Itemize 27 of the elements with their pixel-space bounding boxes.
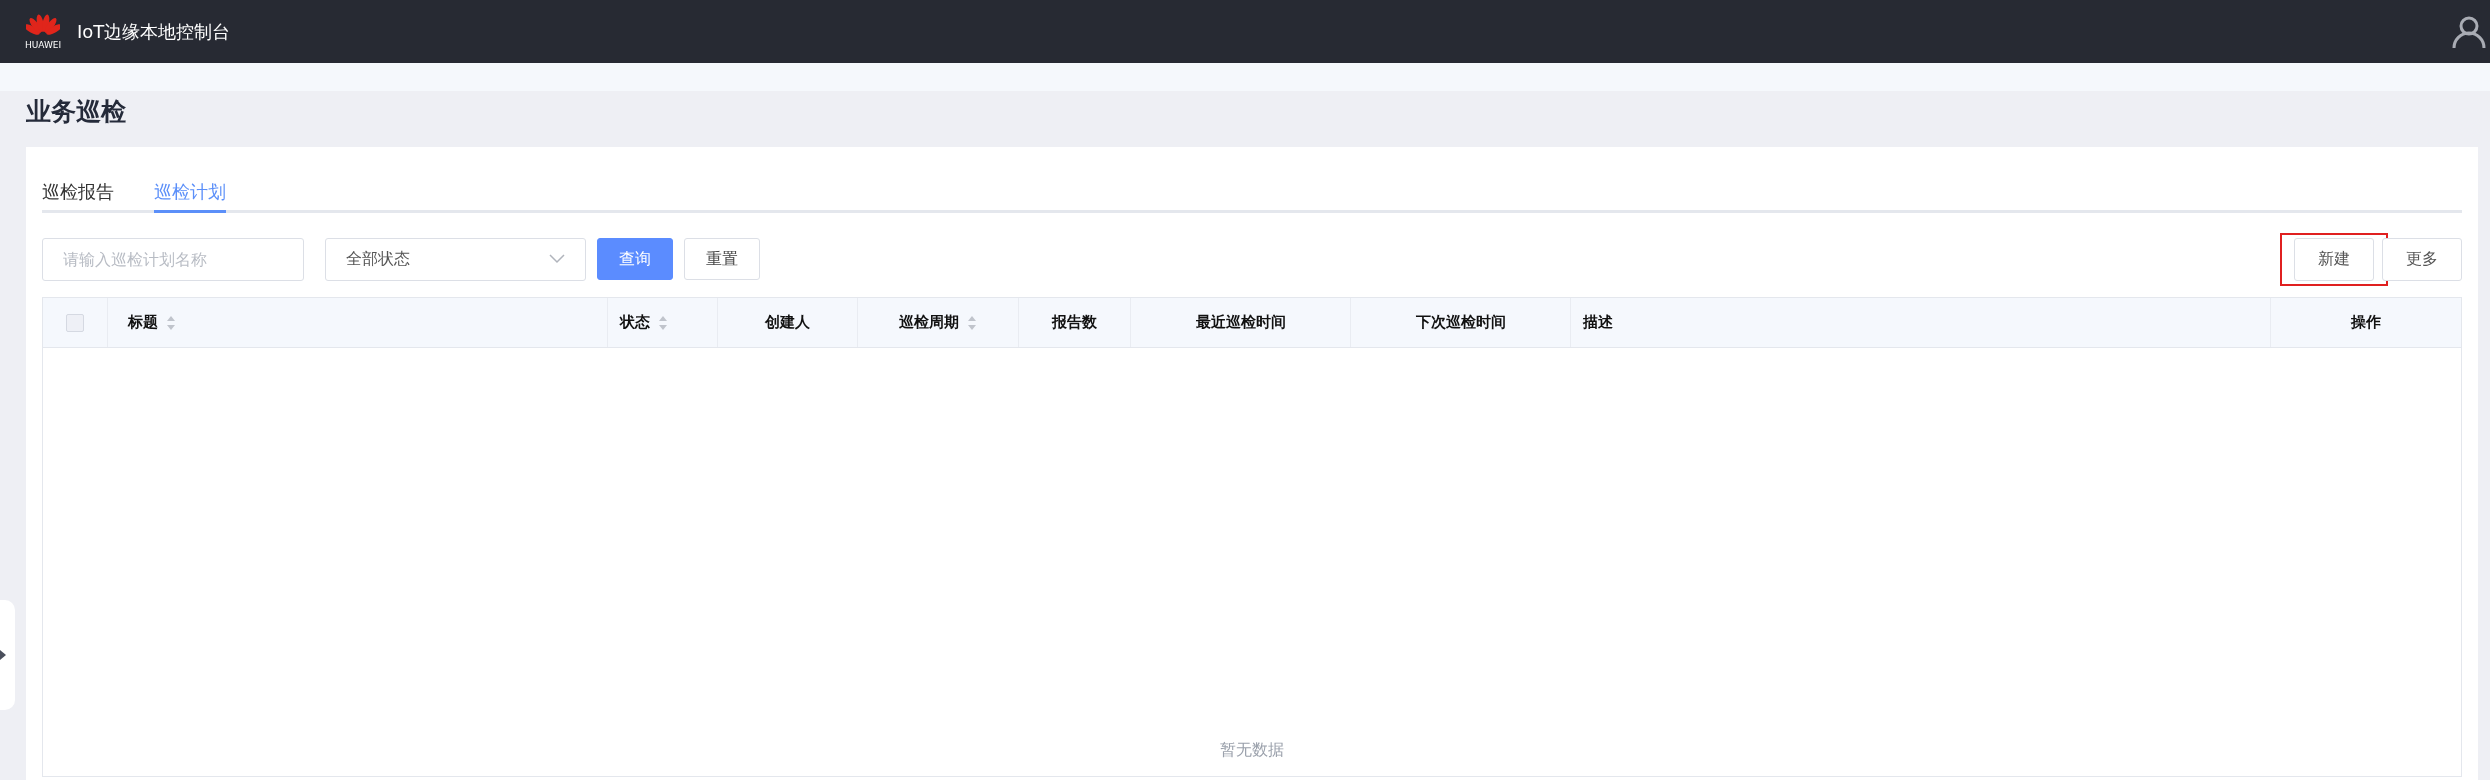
column-header: 标题 bbox=[128, 312, 158, 334]
user-icon[interactable] bbox=[2452, 14, 2486, 49]
column-header: 最近巡检时间 bbox=[1195, 312, 1286, 334]
sort-icon bbox=[658, 314, 668, 331]
tab[interactable]: 巡检报告 bbox=[42, 173, 114, 213]
sidebar-toggle[interactable] bbox=[0, 600, 15, 710]
select-all-checkbox[interactable] bbox=[66, 313, 84, 332]
plan-name-field[interactable]: 请输入巡检计划名称 bbox=[42, 237, 304, 281]
sort-icon bbox=[967, 314, 977, 331]
column-header: 创建人 bbox=[765, 312, 810, 334]
column-header: 描述 bbox=[1583, 312, 1613, 334]
console-title: IoT边缘本地控制台 bbox=[77, 20, 231, 44]
more-button[interactable]: 更多 bbox=[2382, 237, 2462, 281]
empty-message: 暂无数据 bbox=[1220, 739, 1284, 761]
page-title: 业务巡检 bbox=[26, 97, 127, 127]
new-button[interactable]: 新建 bbox=[2294, 237, 2374, 281]
caret-right-icon bbox=[0, 650, 6, 660]
column-header: 状态 bbox=[620, 312, 650, 334]
column-header: 下次巡检时间 bbox=[1415, 312, 1506, 334]
column-header: 操作 bbox=[2351, 312, 2381, 334]
chevron-down-icon bbox=[549, 254, 565, 264]
status-select[interactable]: 全部状态 bbox=[325, 237, 586, 281]
column-header: 报告数 bbox=[1052, 312, 1097, 334]
brand-name: HUAWEI bbox=[24, 39, 62, 50]
column-header: 巡检周期 bbox=[899, 312, 959, 334]
reset-button[interactable]: 重置 bbox=[684, 238, 760, 280]
sort-icon bbox=[166, 314, 176, 331]
